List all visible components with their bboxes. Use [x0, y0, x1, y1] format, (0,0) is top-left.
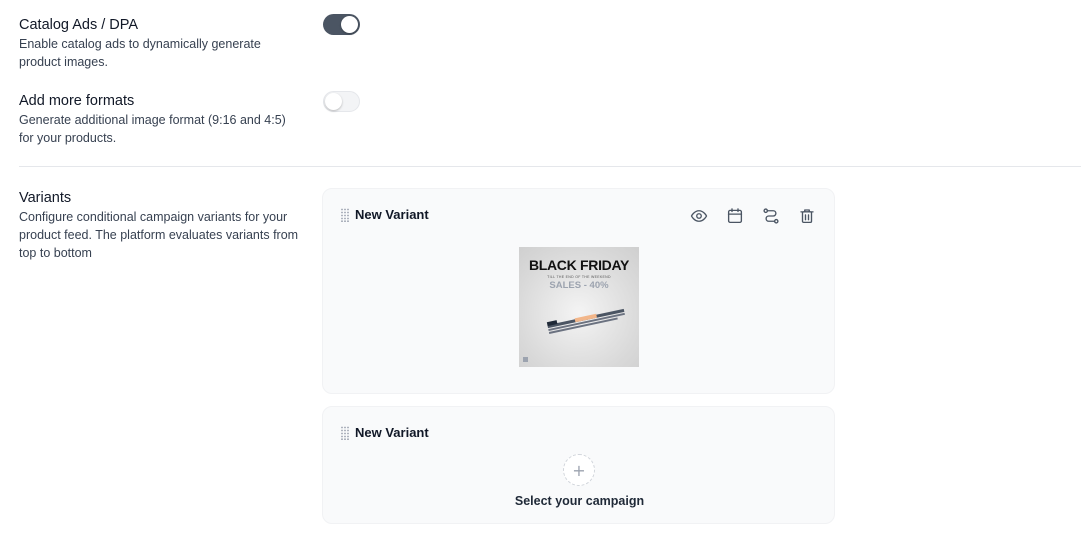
- variants-title: Variants: [19, 190, 72, 206]
- variant-card: New Variant + Select your campaign: [322, 406, 835, 524]
- route-icon[interactable]: [762, 207, 780, 225]
- drag-handle-icon[interactable]: [340, 208, 349, 222]
- variant-name[interactable]: New Variant: [355, 207, 429, 222]
- preview-sale: SALES - 40%: [549, 280, 609, 291]
- toggle-knob: [341, 16, 358, 33]
- product-graphic: [546, 308, 625, 334]
- section-divider: [19, 166, 1081, 167]
- catalog-ads-title: Catalog Ads / DPA: [19, 17, 139, 33]
- catalog-ads-setting: Catalog Ads / DPA Enable catalog ads to …: [19, 16, 309, 71]
- more-formats-title: Add more formats: [19, 93, 135, 109]
- preview-headline: BLACK FRIDAY: [528, 257, 630, 273]
- more-formats-description: Generate additional image format (9:16 a…: [19, 113, 286, 145]
- trash-icon[interactable]: [798, 207, 816, 225]
- variants-description: Configure conditional campaign variants …: [19, 210, 299, 260]
- campaign-preview-image[interactable]: BLACK FRIDAY TILL THE END OF THE WEEKEND…: [519, 247, 639, 367]
- toggle-knob: [325, 93, 342, 110]
- variant-card: New Variant BLACK FRIDAY TILL THE END OF…: [322, 188, 835, 394]
- drag-handle-icon[interactable]: [340, 426, 349, 440]
- variant-name[interactable]: New Variant: [355, 425, 429, 440]
- variant-header: New Variant: [340, 425, 429, 440]
- calendar-icon[interactable]: [726, 207, 744, 225]
- more-formats-setting: Add more formats Generate additional ima…: [19, 92, 309, 147]
- brand-logo-icon: [523, 357, 528, 362]
- add-campaign-button[interactable]: +: [563, 454, 595, 486]
- preview-subline: TILL THE END OF THE WEEKEND: [547, 275, 611, 279]
- variant-actions: [690, 207, 816, 225]
- variants-section-info: Variants Configure conditional campaign …: [19, 189, 309, 262]
- catalog-ads-description: Enable catalog ads to dynamically genera…: [19, 37, 261, 69]
- more-formats-toggle[interactable]: [323, 91, 360, 112]
- select-campaign-label[interactable]: Select your campaign: [323, 494, 836, 508]
- plus-icon: +: [572, 460, 586, 480]
- variant-header: New Variant: [340, 207, 429, 222]
- eye-icon[interactable]: [690, 207, 708, 225]
- catalog-ads-toggle[interactable]: [323, 14, 360, 35]
